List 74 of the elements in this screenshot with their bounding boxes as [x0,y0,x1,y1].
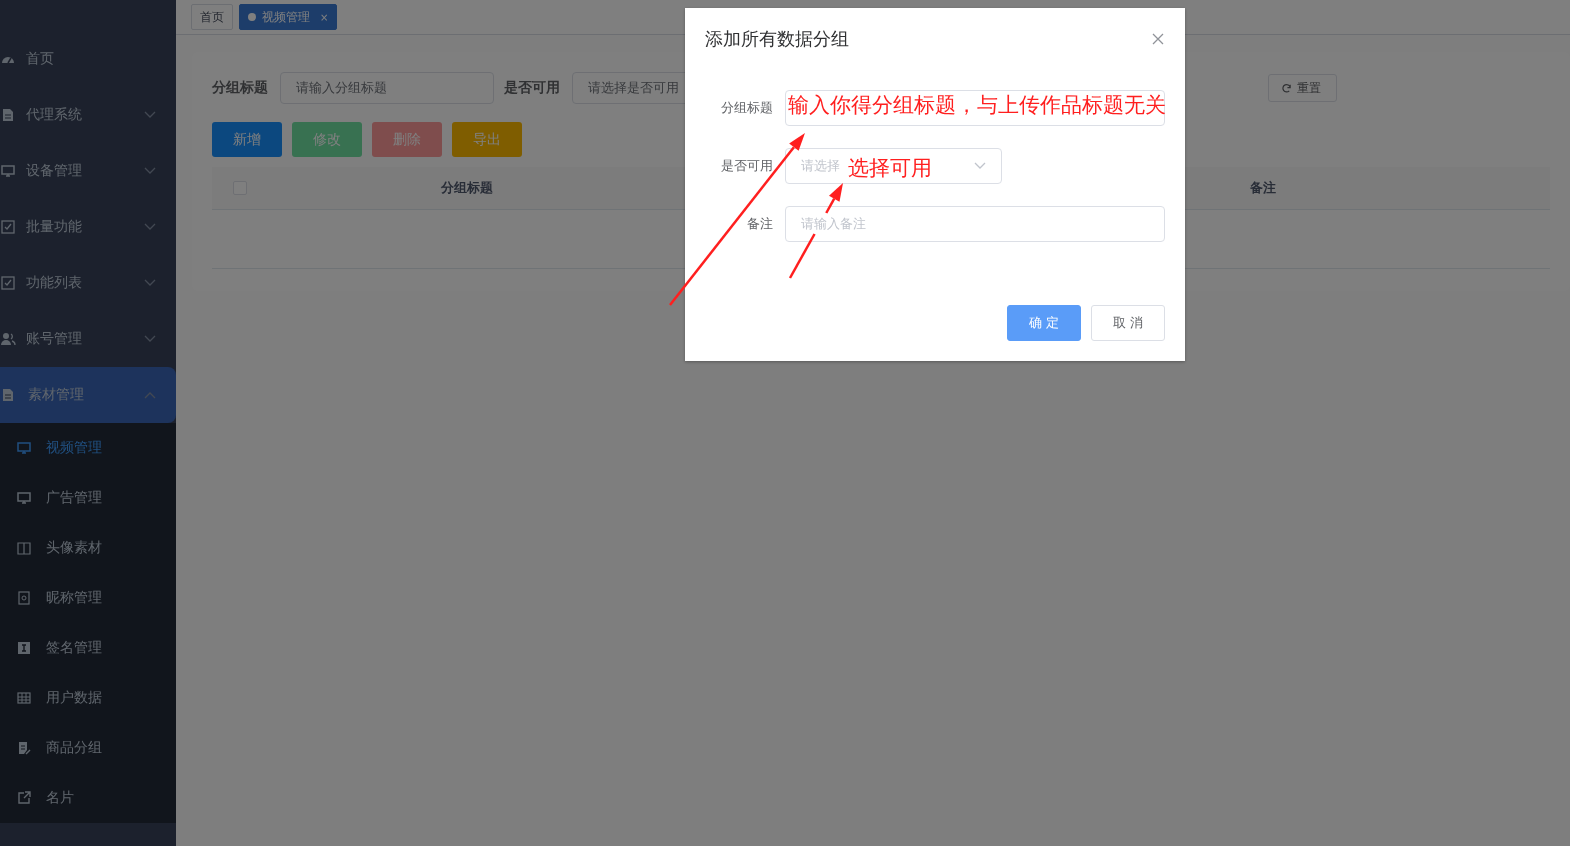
chevron-down-icon [144,335,156,343]
submenu-item[interactable]: 广告管理 [0,473,176,523]
chevron-down-icon [144,223,156,231]
submenu-item[interactable]: 用户数据 [0,673,176,723]
submenu-item[interactable]: 名片 [0,773,176,823]
submenu-label: 昵称管理 [46,589,102,607]
table-icon [16,690,32,706]
tab[interactable]: 首页 [191,4,233,30]
chevron-down-icon [144,167,156,175]
menu-label: 批量功能 [26,218,83,236]
submenu-label: 视频管理 [46,439,102,457]
menu-label: 功能列表 [26,274,83,292]
submenu-label: 签名管理 [46,639,102,657]
checkbox-icon [0,219,16,235]
frame-icon [16,590,32,606]
monitor-icon [16,490,32,506]
submenu-item[interactable]: 视频管理 [0,423,176,473]
close-button[interactable] [1151,32,1165,46]
field-label: 是否可用 [720,157,774,175]
menu-group[interactable]: 素材管理 [0,367,176,423]
dialog-title: 添加所有数据分组 [705,27,849,51]
chevron-down-icon [144,111,156,119]
close-icon [1151,32,1165,46]
submenu-item[interactable]: 昵称管理 [0,573,176,623]
edit-document-icon [16,740,32,756]
annotation-text: 选择可用 [848,156,932,180]
submenu-item[interactable]: 商品分组 [0,723,176,773]
submenu-item[interactable]: 签名管理 [0,623,176,673]
submenu-label: 商品分组 [46,739,102,757]
column-header: 分组标题 [441,179,493,197]
book-icon [16,540,32,556]
menu-group[interactable]: 代理系统 [0,87,176,143]
refresh-icon [1281,82,1292,94]
close-tab-button[interactable]: × [320,11,329,23]
submenu-label: 名片 [46,789,74,807]
external-link-icon [16,790,32,806]
reset-button[interactable]: 重置 [1268,74,1337,102]
monitor-icon [0,163,16,179]
column-header: 备注 [1249,179,1276,197]
checkbox-icon [0,275,16,291]
menu-label: 设备管理 [26,162,83,180]
menu-group[interactable]: 设备管理 [0,143,176,199]
menu-label: 首页 [26,50,55,68]
chevron-up-icon [144,391,156,399]
input-field[interactable]: 输入你得分组标题，与上传作品标题无关 [785,90,1165,126]
confirm-button[interactable]: 确 定 [1007,305,1081,341]
toolbar-button[interactable]: 新增 [212,122,282,157]
toolbar-button[interactable]: 导出 [452,122,522,157]
menu-group[interactable]: 批量功能 [0,199,176,255]
input-field[interactable]: 请输入备注 [785,206,1165,242]
menu-item[interactable]: 首页 [0,31,176,87]
text-cursor-icon [16,640,32,656]
submenu-label: 广告管理 [46,489,102,507]
field-label: 备注 [746,215,774,233]
menu-label: 素材管理 [28,386,85,404]
tab[interactable]: 视频管理 × [239,4,338,30]
menu-group[interactable]: 功能列表 [0,255,176,311]
document-icon [0,387,16,403]
annotation-text: 输入你得分组标题，与上传作品标题无关 [788,93,1166,117]
monitor-icon [16,440,32,456]
submenu-label: 用户数据 [46,689,102,707]
users-icon [0,331,16,347]
cancel-button[interactable]: 取 消 [1091,305,1165,341]
submenu-label: 头像素材 [46,539,102,557]
menu-group[interactable]: 账号管理 [0,311,176,367]
field-label: 分组标题 [212,79,268,97]
menu-label: 账号管理 [26,330,83,348]
chevron-down-icon [144,279,156,287]
field-label: 是否可用 [504,79,560,97]
dot-icon [248,13,256,21]
submenu-item[interactable]: 头像素材 [0,523,176,573]
chevron-down-icon [974,162,986,170]
menu-label: 代理系统 [26,106,83,124]
input-field[interactable]: 请输入分组标题 [280,72,494,104]
